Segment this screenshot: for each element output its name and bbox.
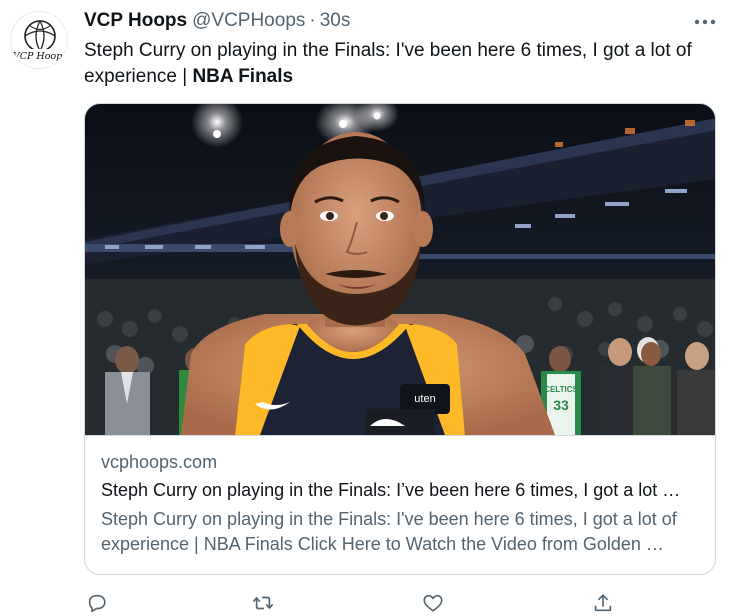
- tweet-actions: [84, 590, 724, 616]
- tweet-text-bold: NBA Finals: [192, 66, 294, 87]
- author-handle[interactable]: @VCPHoops: [192, 10, 305, 32]
- celtics-jersey-number: 33: [553, 397, 569, 413]
- share-button[interactable]: [590, 590, 616, 616]
- reply-button[interactable]: [84, 590, 110, 616]
- tweet-header: VCP Hoops @VCPHoops · 30s: [84, 10, 350, 34]
- celtics-jersey-text: CELTICS: [544, 385, 578, 394]
- card-domain: vcphoops.com: [101, 452, 218, 472]
- retweet-icon: [252, 596, 274, 610]
- link-card[interactable]: CELTICS 33 uten vcphoops.com Steph Curry…: [84, 103, 716, 575]
- like-button[interactable]: [420, 590, 446, 616]
- card-description: Steph Curry on playing in the Finals: I'…: [101, 509, 677, 554]
- retweet-button[interactable]: [250, 590, 276, 616]
- reply-icon: [88, 594, 106, 613]
- more-options-button[interactable]: [690, 10, 720, 34]
- card-image: CELTICS 33 uten: [85, 104, 715, 435]
- timestamp[interactable]: 30s: [320, 10, 351, 32]
- card-body: vcphoops.com Steph Curry on playing in t…: [85, 435, 715, 574]
- more-horizontal-icon: [694, 19, 716, 25]
- card-title: Steph Curry on playing in the Finals: I’…: [101, 480, 681, 500]
- svg-text:VCP Hoops: VCP Hoops: [13, 51, 67, 62]
- tweet[interactable]: VCP Hoops VCP Hoops @VCPHoops · 30s Step…: [0, 0, 753, 616]
- tweet-text: Steph Curry on playing in the Finals: I'…: [84, 38, 724, 90]
- share-icon: [594, 594, 612, 612]
- vcp-hoops-logo-icon: VCP Hoops: [12, 13, 67, 68]
- author-name[interactable]: VCP Hoops: [84, 10, 187, 32]
- tweet-text-body: Steph Curry on playing in the Finals: I'…: [84, 40, 692, 87]
- mic-flag-text: uten: [414, 393, 435, 405]
- heart-icon: [423, 594, 443, 612]
- avatar[interactable]: VCP Hoops: [10, 11, 68, 69]
- separator-dot: ·: [309, 10, 316, 31]
